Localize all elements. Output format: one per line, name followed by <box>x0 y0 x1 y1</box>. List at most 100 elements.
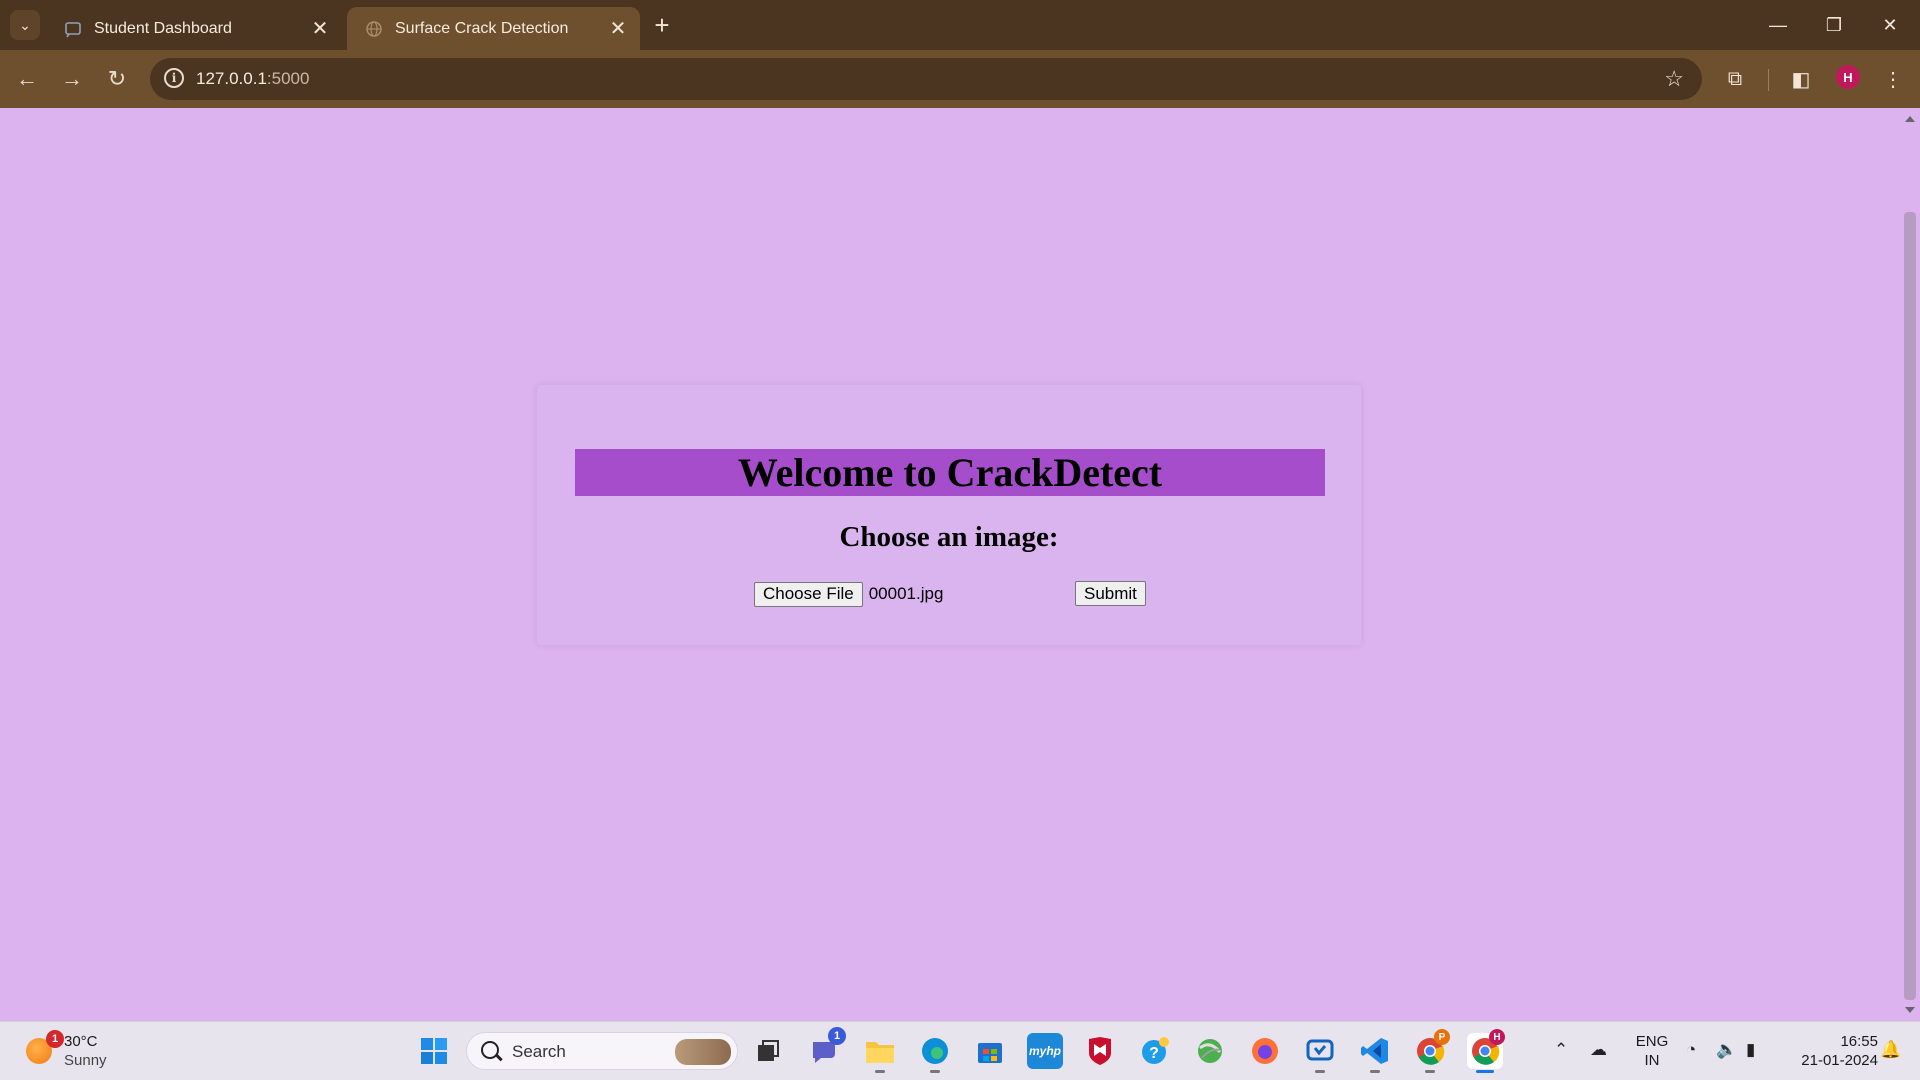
address-bar[interactable]: i 127.0.0.1:5000 ☆ <box>150 58 1702 100</box>
choose-image-heading: Choose an image: <box>839 521 1059 553</box>
network-app-button[interactable] <box>1192 1033 1228 1069</box>
notification-bell-icon[interactable]: 🔔 <box>1880 1040 1901 1060</box>
kebab-menu-icon: ⋮ <box>1883 68 1903 91</box>
task-view-button[interactable] <box>750 1033 786 1069</box>
vscode-icon <box>1361 1038 1388 1064</box>
browser-toolbar: ← → ↻ i 127.0.0.1:5000 ☆ ⧉ ◧ ⋮ <box>0 50 1920 108</box>
chrome-profile-badge: H <box>1489 1029 1505 1045</box>
arrow-left-icon: ← <box>16 66 38 91</box>
running-indicator <box>1315 1070 1325 1073</box>
weather-widget[interactable]: 1 30°C Sunny <box>26 1030 107 1070</box>
running-indicator <box>1425 1070 1435 1073</box>
onedrive-error-icon[interactable]: ☁ <box>1590 1040 1607 1060</box>
chevron-up-icon[interactable]: ⌃ <box>1554 1040 1568 1060</box>
language-indicator[interactable]: ENG IN <box>1632 1032 1672 1070</box>
reload-button[interactable]: ↻ <box>101 63 133 95</box>
forward-button[interactable]: → <box>56 63 88 95</box>
svg-text:?: ? <box>1149 1045 1159 1062</box>
minimize-button[interactable]: — <box>1750 0 1806 50</box>
site-info-icon[interactable]: i <box>164 68 184 88</box>
clock-time: 16:55 <box>1840 1033 1878 1050</box>
page-viewport: Welcome to CrackDetect Choose an image: … <box>0 108 1900 1021</box>
mcafee-button[interactable] <box>1082 1033 1118 1069</box>
clock-date: 21-01-2024 <box>1801 1052 1878 1069</box>
firefox-icon <box>1252 1038 1278 1064</box>
running-indicator <box>930 1070 940 1073</box>
extensions-button[interactable]: ⧉ <box>1720 64 1750 94</box>
url-text: 127.0.0.1:5000 <box>196 69 310 88</box>
task-view-icon <box>758 1040 779 1061</box>
vertical-scrollbar[interactable] <box>1900 108 1920 1021</box>
side-panel-button[interactable]: ◧ <box>1786 64 1816 94</box>
help-icon: ? <box>1142 1037 1169 1064</box>
puzzle-icon: ⧉ <box>1727 67 1743 90</box>
wifi-icon[interactable]: ◔ <box>1686 1040 1696 1060</box>
globe-icon <box>366 20 382 37</box>
sun-icon: 1 <box>26 1030 64 1064</box>
restore-button[interactable]: ❐ <box>1806 0 1862 50</box>
tab-surface-crack-detection[interactable]: Surface Crack Detection ✕ <box>347 7 640 50</box>
vscode-button[interactable] <box>1357 1033 1393 1073</box>
browser-titlebar: ⌄ Student Dashboard ✕ Surface Crack Dete… <box>0 0 1920 50</box>
battery-icon[interactable]: ▮ <box>1746 1040 1755 1060</box>
tab-title: Student Dashboard <box>94 19 232 37</box>
new-tab-button[interactable]: + <box>648 11 676 39</box>
quickassist-button[interactable] <box>1302 1033 1338 1073</box>
scrollbar-thumb[interactable] <box>1904 212 1916 1000</box>
mcafee-shield-icon <box>1089 1037 1111 1065</box>
upload-card: Welcome to CrackDetect Choose an image: … <box>537 385 1361 645</box>
edge-icon <box>922 1038 948 1064</box>
restore-icon: ❐ <box>1825 14 1843 35</box>
running-indicator <box>875 1070 885 1073</box>
taskbar: 1 30°C Sunny Search 1 myhp ? P H ⌃ ☁ ENG… <box>0 1021 1920 1080</box>
firefox-button[interactable] <box>1247 1033 1283 1069</box>
reload-icon: ↻ <box>107 66 127 91</box>
file-input[interactable]: Choose File 00001.jpg <box>754 581 943 607</box>
quick-assist-icon <box>1306 1039 1334 1061</box>
scroll-down-arrow-icon[interactable] <box>1905 1007 1915 1013</box>
chrome-profile-badge: P <box>1434 1029 1450 1045</box>
globe-app-icon <box>1198 1039 1222 1063</box>
submit-button[interactable]: Submit <box>1075 581 1146 606</box>
plus-icon: + <box>654 10 670 40</box>
weather-condition: Sunny <box>64 1052 107 1069</box>
help-button[interactable]: ? <box>1137 1033 1173 1069</box>
store-icon <box>978 1043 1002 1063</box>
myhp-icon: myhp <box>1028 1044 1061 1058</box>
bookmark-star-icon[interactable]: ☆ <box>1664 66 1684 92</box>
volume-icon[interactable]: 🔈 <box>1716 1040 1737 1060</box>
back-button[interactable]: ← <box>11 63 43 95</box>
choose-file-button[interactable]: Choose File <box>754 581 863 607</box>
windows-logo-icon <box>421 1038 447 1064</box>
selected-file-name: 00001.jpg <box>868 584 944 603</box>
scroll-up-arrow-icon[interactable] <box>1905 116 1915 122</box>
tab-student-dashboard[interactable]: Student Dashboard ✕ <box>46 7 342 50</box>
teams-chat-button[interactable]: 1 <box>806 1027 846 1069</box>
chevron-down-icon: ⌄ <box>19 16 31 33</box>
page-title: Welcome to CrackDetect <box>575 449 1325 496</box>
close-tab-icon[interactable]: ✕ <box>604 15 632 43</box>
search-icon <box>481 1041 499 1059</box>
tab-search-button[interactable]: ⌄ <box>10 10 40 40</box>
chrome-profile-p-button[interactable]: P <box>1412 1029 1450 1073</box>
chat-badge: 1 <box>828 1027 846 1045</box>
clock[interactable]: 16:55 21-01-2024 <box>1782 1032 1878 1070</box>
active-indicator <box>1476 1070 1494 1073</box>
temperature: 30°C <box>64 1033 98 1050</box>
store-button[interactable] <box>972 1033 1008 1069</box>
start-button[interactable] <box>416 1033 452 1069</box>
file-explorer-button[interactable] <box>862 1033 898 1073</box>
search-highlight-icon <box>675 1039 731 1065</box>
dashboard-favicon-icon <box>65 21 81 37</box>
browser-menu-button[interactable]: ⋮ <box>1878 64 1908 94</box>
chrome-profile-h-button[interactable]: H <box>1467 1029 1505 1073</box>
taskbar-search[interactable]: Search <box>466 1032 738 1070</box>
profile-avatar[interactable]: H <box>1836 65 1860 89</box>
tab-title: Surface Crack Detection <box>395 19 569 37</box>
myhp-button[interactable]: myhp <box>1027 1033 1063 1069</box>
close-window-button[interactable]: ✕ <box>1862 0 1918 50</box>
weather-badge: 1 <box>46 1030 64 1048</box>
toolbar-divider <box>1768 69 1769 91</box>
close-tab-icon[interactable]: ✕ <box>306 15 334 43</box>
edge-button[interactable] <box>917 1033 953 1073</box>
